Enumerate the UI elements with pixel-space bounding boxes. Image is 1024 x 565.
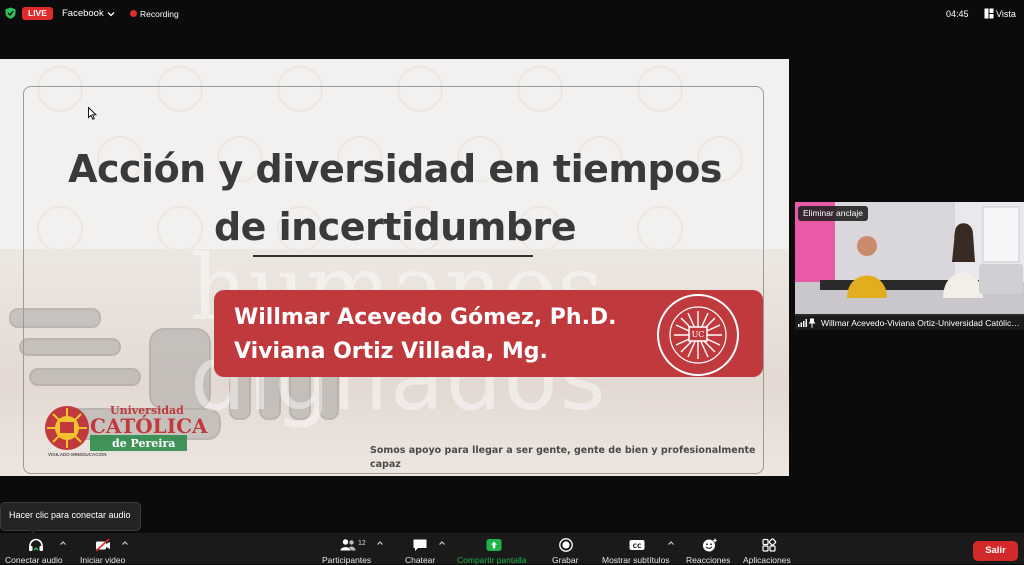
reactions-button[interactable]: Reacciones	[684, 533, 736, 565]
apps-button[interactable]: Aplicaciones	[741, 533, 799, 565]
slide-title: Acción y diversidad en tiempos de incert…	[68, 147, 722, 249]
unpin-button[interactable]: Eliminar anclaje	[798, 206, 868, 221]
headphones-icon	[29, 538, 43, 551]
leave-meeting-button[interactable]: Salir	[973, 541, 1018, 561]
recording-dot-icon	[130, 10, 137, 17]
chat-icon	[413, 539, 427, 551]
participant-name: Willmar Acevedo-Viviana Ortiz-Universida…	[821, 318, 1021, 328]
cc-glyph: CC	[633, 543, 642, 550]
audio-options-caret-icon[interactable]	[59, 539, 67, 547]
title-underline	[253, 255, 533, 257]
logo-text-line2: CATÓLICA	[90, 414, 208, 438]
meeting-timer: 04:45	[946, 9, 969, 19]
record-icon	[559, 538, 573, 552]
chevron-down-icon[interactable]	[106, 9, 116, 19]
slide-tagline: Somos apoyo para llegar a ser gente, gen…	[370, 445, 756, 470]
signal-strength-icon	[798, 319, 807, 327]
stream-target-dropdown[interactable]: Facebook	[62, 6, 104, 22]
author-2: Viviana Ortiz Villada, Mg.	[234, 339, 548, 364]
author-1: Willmar Acevedo Gómez, Ph.D.	[234, 305, 617, 330]
participants-count: 12	[358, 540, 366, 547]
audio-tooltip-text: Hacer clic para conectar audio	[9, 510, 131, 520]
recording-status[interactable]: Recording	[140, 6, 179, 22]
participant-video-tile[interactable]	[795, 202, 1024, 330]
apps-icon	[762, 538, 777, 552]
chat-button[interactable]: Chatear	[400, 533, 450, 565]
start-video-button[interactable]: Iniciar video	[78, 533, 133, 565]
university-seal-icon: UC	[657, 294, 739, 376]
shield-icon[interactable]	[5, 7, 16, 19]
participants-button[interactable]: Participantes	[320, 533, 390, 565]
video-options-caret-icon[interactable]	[121, 539, 129, 547]
participants-options-caret-icon[interactable]	[376, 539, 384, 547]
seal-monogram: UC	[692, 330, 705, 339]
share-screen-icon	[486, 539, 502, 551]
record-button[interactable]: Grabar	[547, 533, 587, 565]
cc-icon: CC	[629, 540, 645, 550]
view-button[interactable]: Vista	[996, 6, 1016, 22]
captions-button[interactable]: CC Mostrar subtítulos	[600, 533, 680, 565]
video-off-icon	[95, 538, 110, 552]
mouse-cursor-icon	[88, 107, 97, 120]
reactions-icon	[703, 538, 717, 552]
connect-audio-button[interactable]: Conectar audio	[0, 533, 70, 565]
logo-text-line3: de Pereira	[112, 437, 176, 450]
captions-options-caret-icon[interactable]	[667, 539, 675, 547]
live-badge[interactable]: LIVE	[22, 7, 53, 20]
participants-icon	[340, 539, 356, 551]
view-layout-icon[interactable]	[984, 8, 994, 19]
university-logo-icon	[45, 406, 89, 450]
pin-icon	[808, 318, 816, 328]
chat-options-caret-icon[interactable]	[438, 539, 446, 547]
share-screen-button[interactable]: Compartir pantalla	[455, 533, 533, 565]
shared-screen-slide: humanos dignados Acción y diversidad en …	[0, 59, 789, 476]
logo-subtitle: VIGILADO MINEDUCACIÓN	[48, 452, 107, 457]
